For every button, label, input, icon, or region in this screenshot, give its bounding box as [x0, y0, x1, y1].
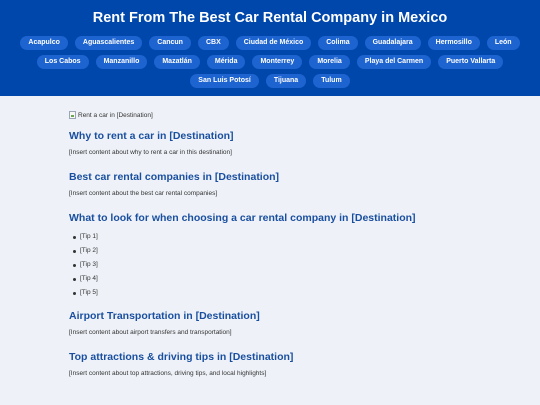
tip-text: [Tip 4]: [80, 275, 98, 282]
list-item: [Tip 3]: [73, 258, 471, 272]
bullet-icon: [73, 291, 76, 295]
list-item: [Tip 5]: [73, 286, 471, 300]
section-best-companies: Best car rental companies in [Destinatio…: [69, 171, 471, 198]
image-alt-text: Rent a car in [Destination]: [78, 111, 153, 119]
tip-text: [Tip 3]: [80, 261, 98, 268]
page-title: Rent From The Best Car Rental Company in…: [92, 10, 448, 26]
destination-pill[interactable]: Tijuana: [265, 74, 307, 88]
destination-pill[interactable]: Manzanillo: [95, 55, 148, 69]
destination-pill[interactable]: Hermosillo: [427, 36, 480, 50]
destination-pill[interactable]: Tulum: [313, 74, 350, 88]
bullet-icon: [73, 249, 76, 253]
section-text: [Insert content about the best car renta…: [69, 190, 218, 197]
destination-pill[interactable]: Morelia: [309, 55, 350, 69]
destination-pill[interactable]: Aguascalientes: [74, 36, 143, 50]
broken-image-icon: [69, 111, 76, 119]
destination-nav: Acapulco Aguascalientes Cancun CBX Ciuda…: [0, 36, 540, 88]
destination-pill[interactable]: CBX: [197, 36, 229, 50]
main-content: Rent a car in [Destination] Why to rent …: [0, 96, 540, 378]
section-heading: Airport Transportation in [Destination]: [69, 310, 260, 322]
destination-pill[interactable]: Playa del Carmen: [356, 55, 432, 69]
list-item: [Tip 1]: [73, 230, 471, 244]
bullet-icon: [73, 263, 76, 267]
destination-pill[interactable]: Cancun: [149, 36, 191, 50]
tips-list: [Tip 1] [Tip 2] [Tip 3] [Tip 4] [Tip 5]: [69, 230, 471, 300]
destination-pill[interactable]: Puerto Vallarta: [438, 55, 504, 69]
section-what-to-look-for: What to look for when choosing a car ren…: [69, 212, 471, 300]
destination-pill[interactable]: Mérida: [206, 55, 246, 69]
section-heading: What to look for when choosing a car ren…: [69, 212, 416, 224]
section-heading: Top attractions & driving tips in [Desti…: [69, 351, 294, 363]
section-text: [Insert content about top attractions, d…: [69, 370, 267, 377]
tip-text: [Tip 2]: [80, 247, 98, 254]
destination-pill[interactable]: Mazatlán: [154, 55, 200, 69]
section-why-rent: Why to rent a car in [Destination] [Inse…: [69, 130, 471, 157]
section-heading: Best car rental companies in [Destinatio…: [69, 171, 280, 183]
tip-text: [Tip 1]: [80, 233, 98, 240]
tip-text: [Tip 5]: [80, 289, 98, 296]
section-text: [Insert content about airport transfers …: [69, 329, 232, 336]
hero-banner: Rent From The Best Car Rental Company in…: [0, 0, 540, 96]
destination-pill[interactable]: Guadalajara: [364, 36, 421, 50]
destination-pill[interactable]: Ciudad de México: [235, 36, 312, 50]
destination-image: Rent a car in [Destination]: [69, 110, 471, 120]
destination-pill[interactable]: San Luis Potosí: [190, 74, 259, 88]
destination-pill[interactable]: Acapulco: [20, 36, 68, 50]
destination-pill[interactable]: Monterrey: [252, 55, 303, 69]
destination-pill[interactable]: León: [486, 36, 520, 50]
section-heading: Why to rent a car in [Destination]: [69, 130, 234, 142]
section-top-attractions: Top attractions & driving tips in [Desti…: [69, 351, 471, 378]
bullet-icon: [73, 235, 76, 239]
section-text: [Insert content about why to rent a car …: [69, 149, 232, 156]
bullet-icon: [73, 277, 76, 281]
destination-pill[interactable]: Colima: [318, 36, 358, 50]
section-airport-transportation: Airport Transportation in [Destination] …: [69, 310, 471, 337]
destination-pill[interactable]: Los Cabos: [36, 55, 89, 69]
list-item: [Tip 4]: [73, 272, 471, 286]
list-item: [Tip 2]: [73, 244, 471, 258]
